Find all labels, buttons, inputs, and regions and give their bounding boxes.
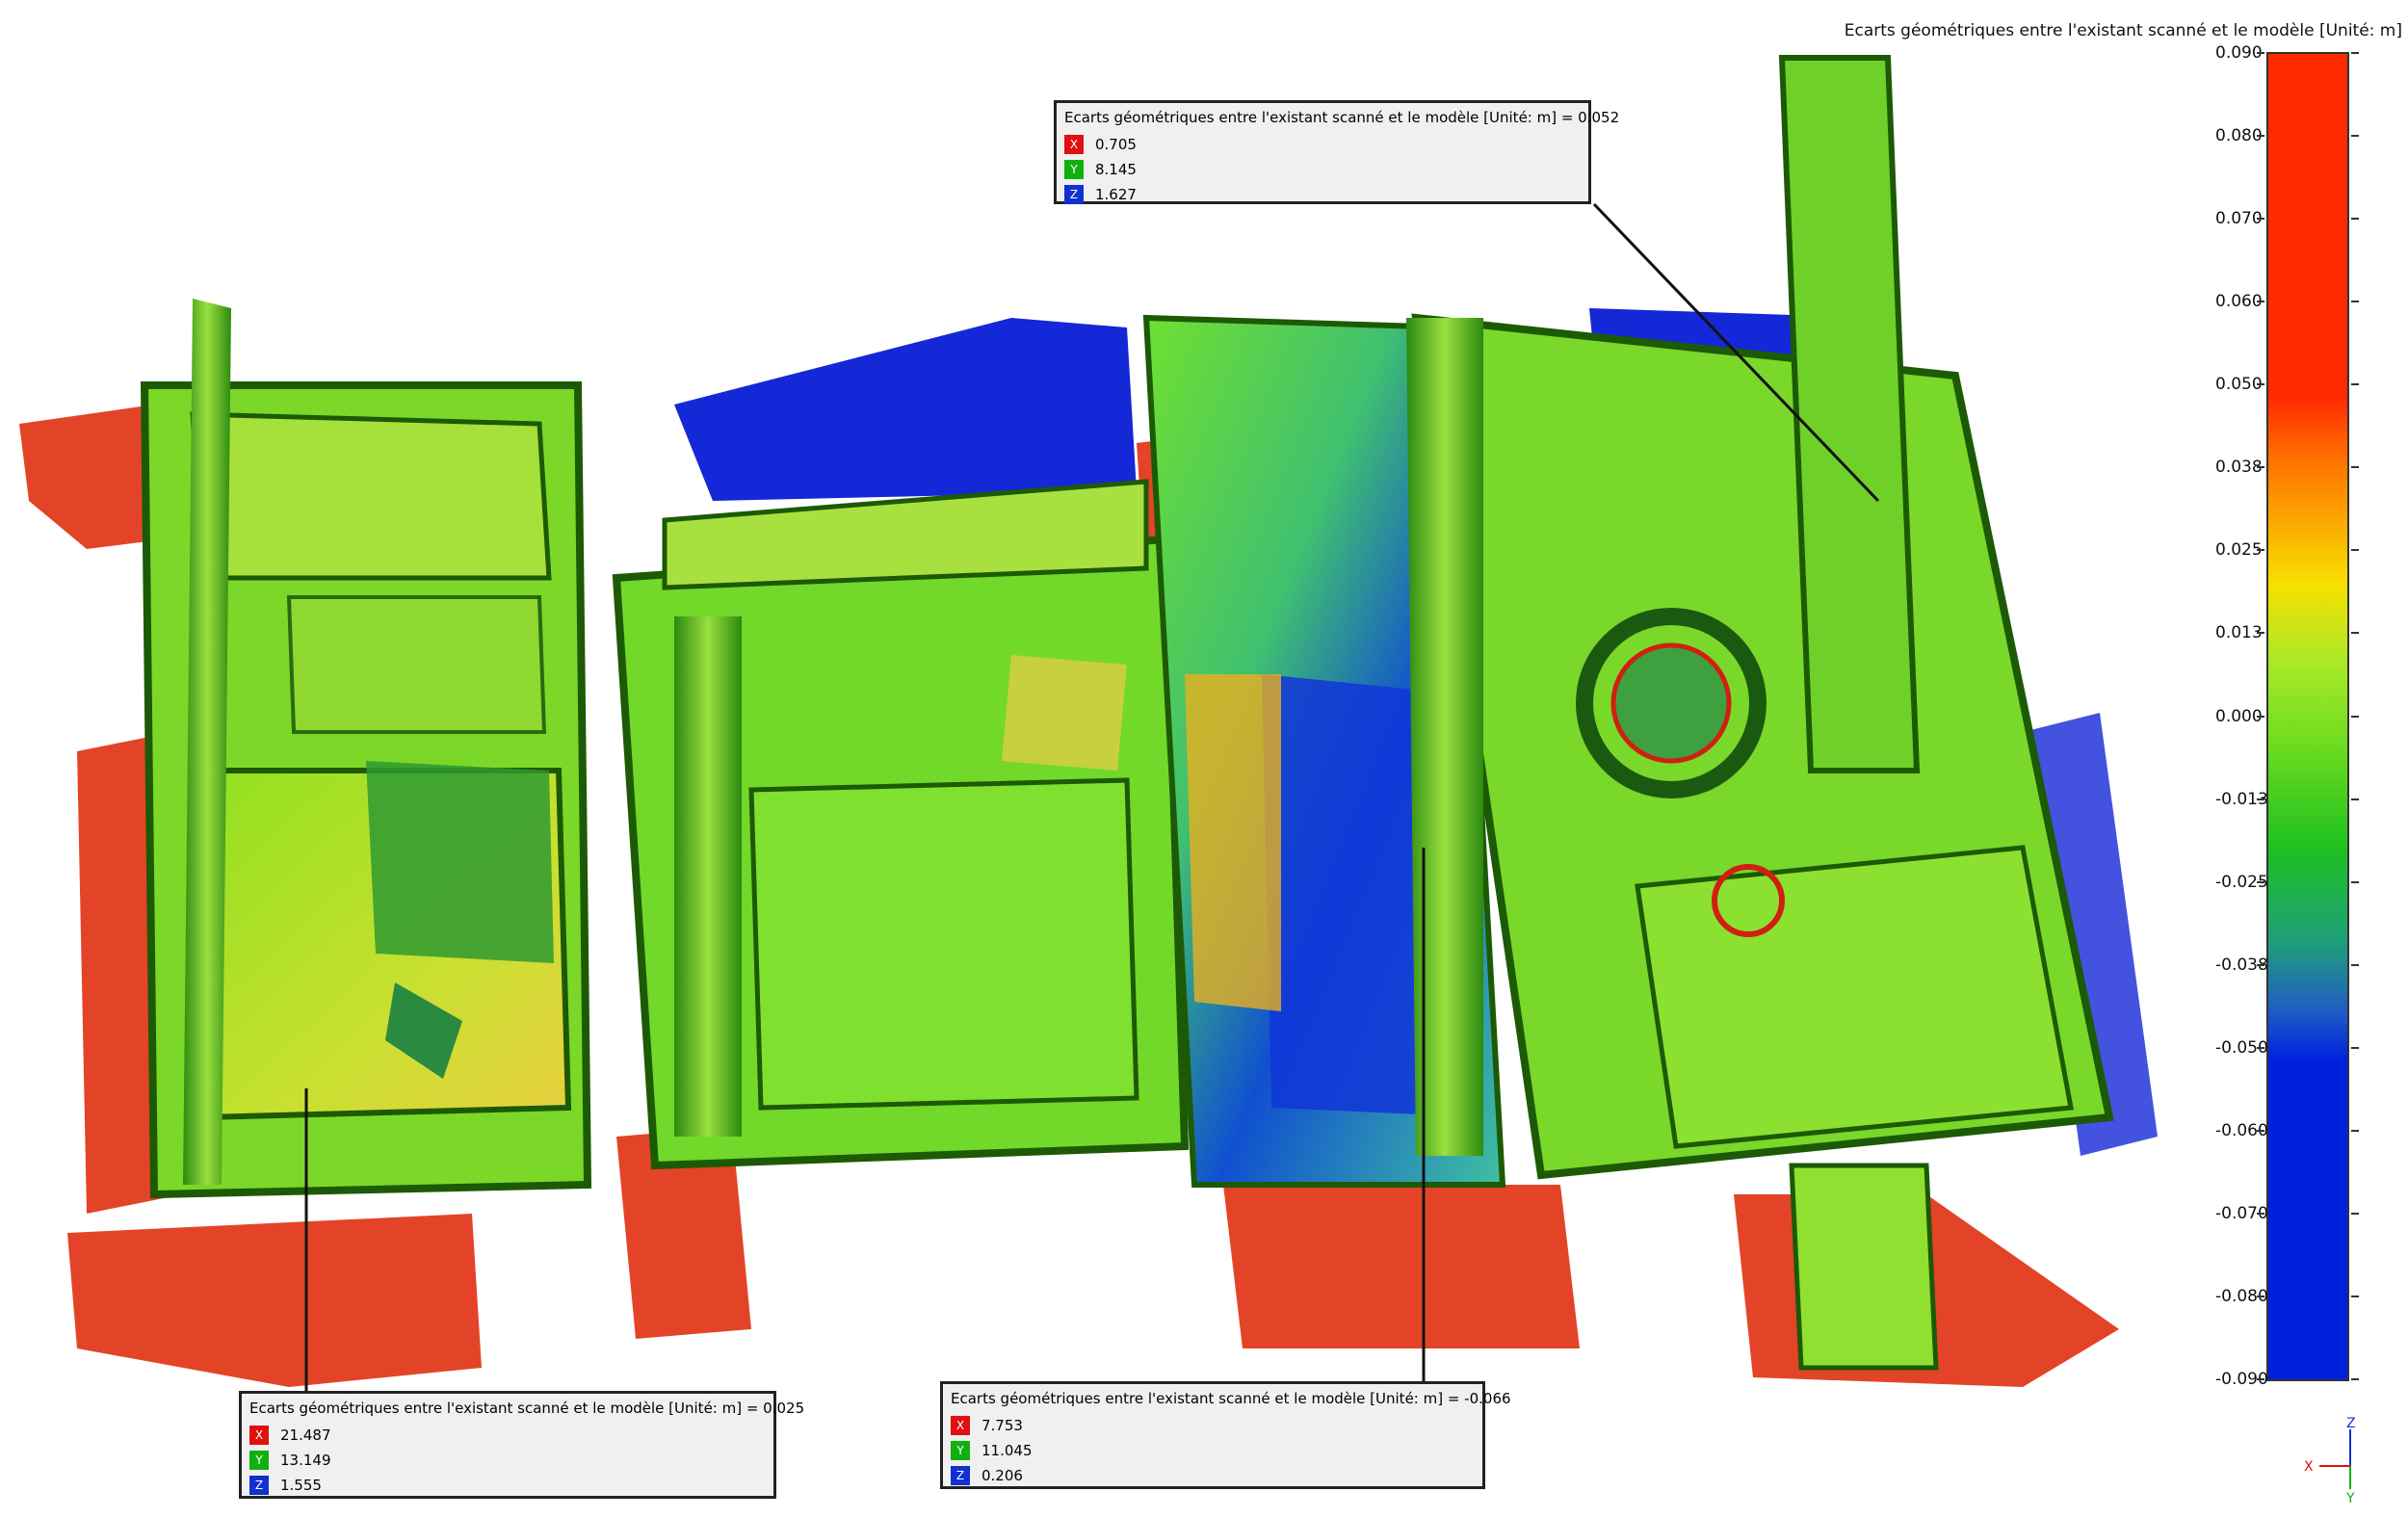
annotation-x-value: 7.753: [982, 1417, 1023, 1434]
y-axis-icon: Y: [1064, 160, 1084, 179]
left-block: [140, 299, 592, 1199]
annotation-z-row: Z 1.627: [1064, 182, 1581, 207]
annotation-y-value: 13.149: [280, 1452, 331, 1469]
y-axis-label: Y: [2345, 1491, 2355, 1503]
annotation-y-value: 8.145: [1095, 161, 1137, 178]
annotation-y-value: 11.045: [982, 1442, 1033, 1459]
annotation-title: Ecarts géométriques entre l'existant sca…: [1064, 109, 1620, 126]
color-scale-bar: [2266, 52, 2349, 1381]
annotation-y-row: Y 8.145: [1064, 157, 1581, 182]
z-axis-icon: Z: [951, 1466, 970, 1485]
annotation-z-value: 1.627: [1095, 186, 1137, 203]
annotation-x-row: X 21.487: [249, 1423, 766, 1448]
annotation-x-value: 21.487: [280, 1426, 331, 1444]
annotation-y-row: Y 11.045: [951, 1438, 1475, 1463]
annotation-x-row: X 7.753: [951, 1413, 1475, 1438]
annotation-z-row: Z 0.206: [951, 1463, 1475, 1488]
annotation-y-row: Y 13.149: [249, 1448, 766, 1473]
x-axis-icon: X: [249, 1426, 269, 1445]
z-axis-icon: Z: [1064, 185, 1084, 204]
annotation-title: Ecarts géométriques entre l'existant sca…: [951, 1390, 1511, 1407]
x-axis-label: X: [2304, 1459, 2314, 1475]
x-axis-icon: X: [951, 1416, 970, 1435]
3d-viewport[interactable]: [0, 0, 2408, 1518]
point-cloud-scene[interactable]: [0, 0, 2408, 1518]
y-axis-icon: Y: [249, 1451, 269, 1470]
annotation-z-row: Z 1.555: [249, 1473, 766, 1498]
right-block: [1406, 55, 2114, 1371]
deviation-annotation-3[interactable]: Ecarts géométriques entre l'existant sca…: [940, 1381, 1511, 1489]
y-axis-icon: Y: [951, 1441, 970, 1460]
x-axis-icon: X: [1064, 135, 1084, 154]
color-scale-title: Ecarts géométriques entre l'existant sca…: [1844, 21, 2402, 40]
axis-triad: Z X Y: [2304, 1416, 2356, 1503]
z-axis-label: Z: [2346, 1416, 2356, 1431]
annotation-z-value: 1.555: [280, 1477, 322, 1494]
deviation-annotation-1[interactable]: Ecarts géométriques entre l'existant sca…: [1054, 100, 1620, 207]
annotation-x-value: 0.705: [1095, 136, 1137, 153]
annotation-z-value: 0.206: [982, 1467, 1023, 1484]
deviation-annotation-2[interactable]: Ecarts géométriques entre l'existant sca…: [239, 1391, 805, 1499]
annotation-x-row: X 0.705: [1064, 132, 1581, 157]
annotation-title: Ecarts géométriques entre l'existant sca…: [249, 1400, 805, 1417]
middle-block: [612, 479, 1190, 1170]
z-axis-icon: Z: [249, 1476, 269, 1495]
